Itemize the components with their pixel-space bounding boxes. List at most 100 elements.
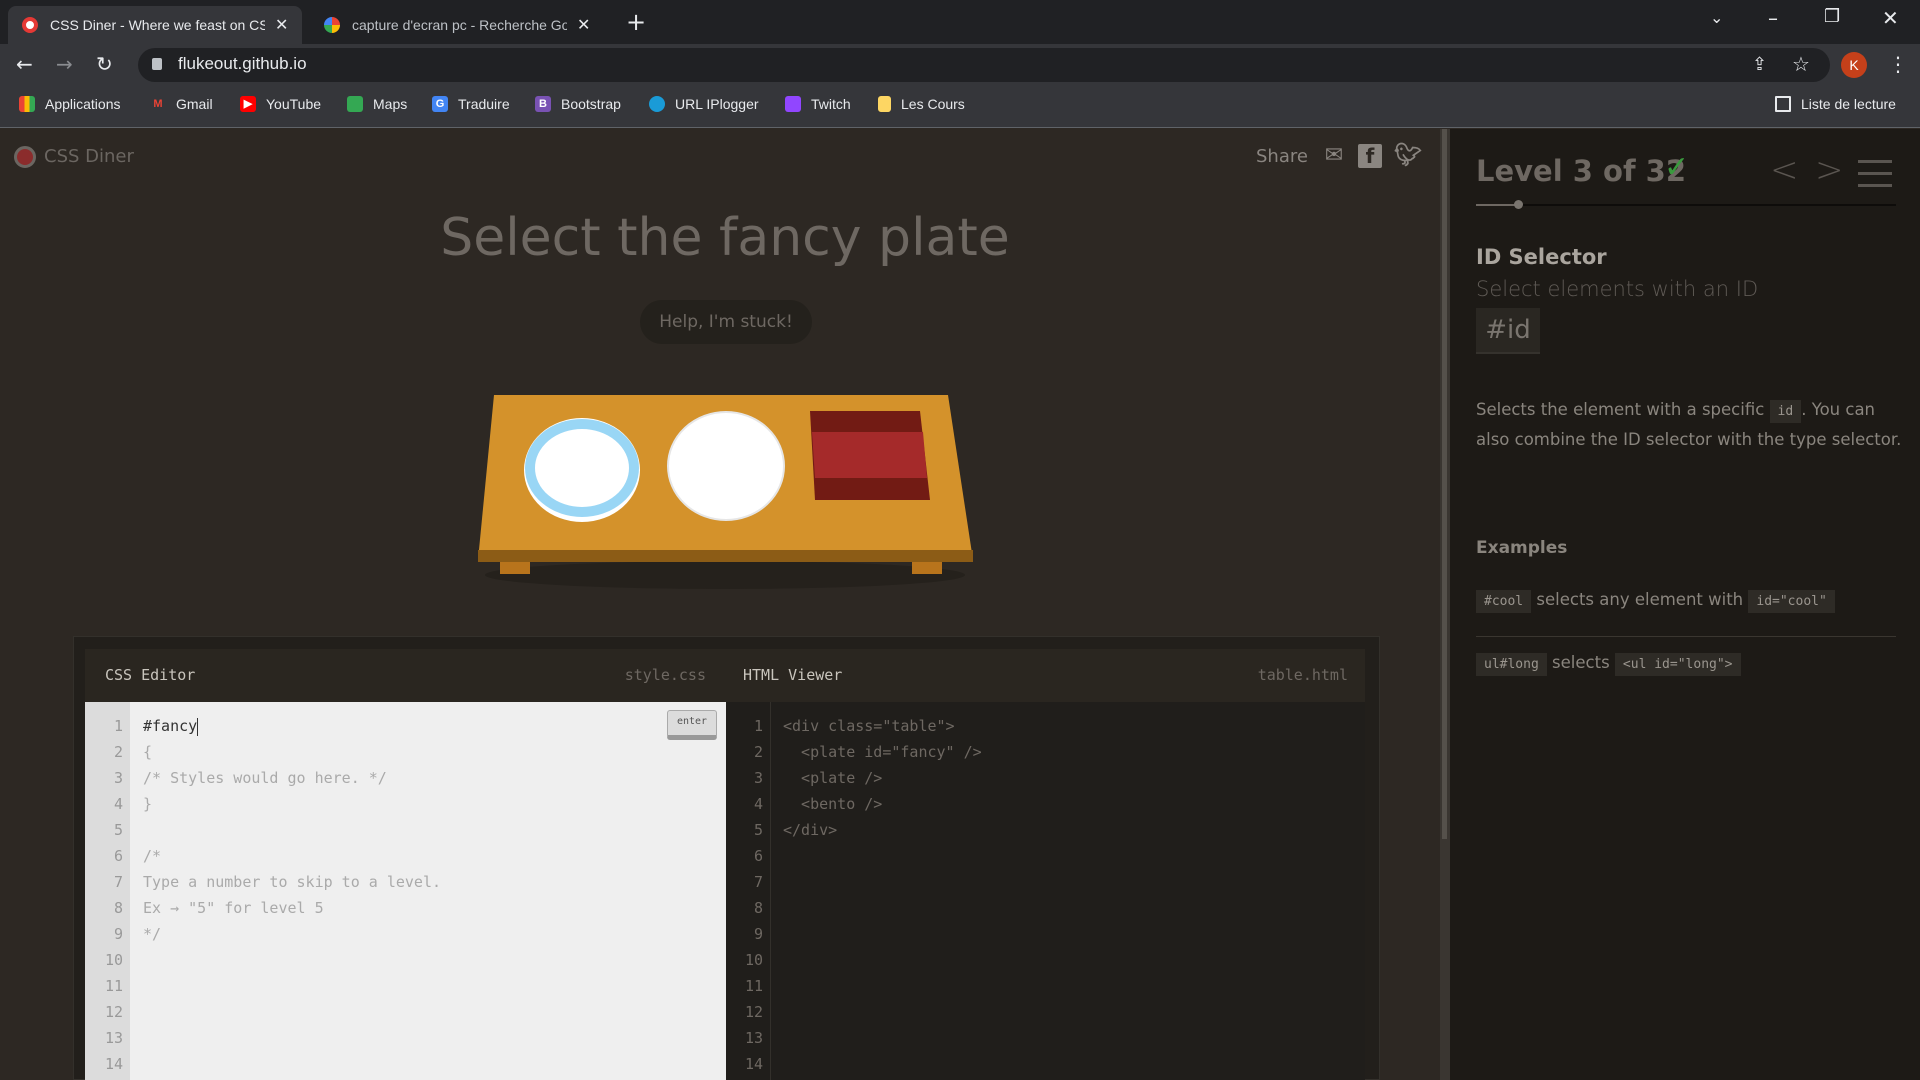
bookmark-star-icon[interactable]: ☆ (1792, 52, 1810, 76)
tab-search-chevron-icon[interactable]: ⌄ (1710, 8, 1723, 27)
line-number: 10 (104, 951, 123, 969)
css-placeholder-line: } (143, 795, 153, 813)
twitch-icon (785, 96, 801, 112)
html-markup-line[interactable]: <plate /> (783, 765, 882, 791)
line-number: 3 (753, 769, 763, 787)
css-editor-header: CSS Editor style.css (85, 649, 726, 702)
bookmark-label: Applications (45, 96, 121, 112)
close-tab-icon[interactable]: ✕ (577, 15, 590, 35)
minimize-icon[interactable]: – (1768, 6, 1778, 30)
forward-icon[interactable]: → (56, 52, 73, 76)
css-input[interactable]: #fancy (143, 713, 199, 739)
line-number: 7 (753, 873, 763, 891)
html-markup-line[interactable]: <bento /> (783, 791, 882, 817)
line-number: 3 (113, 769, 123, 787)
bookmark-gmail[interactable]: M Gmail (150, 96, 213, 112)
share-label: Share (1256, 146, 1308, 167)
share-page-icon[interactable]: ⇪ (1752, 54, 1767, 75)
bento-inner (812, 432, 927, 478)
bookmark-bootstrap[interactable]: B Bootstrap (535, 96, 621, 112)
scrollbar-thumb[interactable] (1442, 129, 1447, 839)
css-input-text[interactable]: #fancy (143, 717, 197, 735)
selector-syntax: #id (1476, 308, 1540, 354)
bookmark-label: Gmail (176, 96, 213, 112)
line-number: 14 (104, 1055, 123, 1073)
table-scene (478, 395, 973, 589)
bookmark-url-iplogger[interactable]: URL IPlogger (649, 96, 759, 112)
bootstrap-icon: B (535, 96, 551, 112)
example-item: ul#long selects <ul id="long"> (1476, 653, 1741, 676)
level-progress-bar (1476, 204, 1896, 206)
table-leg (912, 560, 942, 574)
plate[interactable] (667, 411, 785, 521)
level-progress-dot (1514, 200, 1523, 209)
line-number: 8 (113, 899, 123, 917)
restore-icon[interactable]: ❐ (1824, 6, 1840, 27)
line-number: 1 (113, 717, 123, 735)
bookmark-applications[interactable]: Applications (19, 96, 121, 112)
gmail-icon: M (153, 98, 163, 110)
html-markup-line[interactable]: </div> (783, 817, 837, 843)
html-markup-line[interactable]: <plate id="fancy" /> (783, 739, 982, 765)
reading-list[interactable]: Liste de lecture (1775, 96, 1896, 112)
menu-kebab-icon[interactable]: ⋮ (1888, 52, 1908, 76)
bookmark-folder-les-cours[interactable]: Les Cours (878, 96, 965, 112)
bookmark-label: Traduire (458, 96, 510, 112)
line-number: 14 (744, 1055, 763, 1073)
order-title: Select the fancy plate (440, 208, 1010, 268)
html-viewer-title: HTML Viewer (743, 666, 843, 684)
line-number: 1 (753, 717, 763, 735)
level-indicator[interactable]: Level 3 of 32 (1476, 154, 1686, 188)
bookmark-twitch[interactable]: Twitch (785, 96, 851, 112)
new-tab-icon[interactable]: + (626, 8, 646, 36)
line-number: 9 (113, 925, 123, 943)
facebook-icon[interactable]: f (1358, 144, 1382, 168)
line-number: 11 (744, 977, 763, 995)
logo-text[interactable]: CSS Diner (44, 146, 134, 167)
line-number: 5 (753, 821, 763, 839)
enter-button[interactable]: enter (667, 710, 717, 740)
tab-google-search[interactable]: capture d'ecran pc - Recherche Google ✕ (310, 6, 604, 44)
help-button[interactable]: Help, I'm stuck! (640, 300, 812, 344)
line-number: 4 (753, 795, 763, 813)
bookmark-traduire[interactable]: G Traduire (432, 96, 510, 112)
tab-css-diner[interactable]: CSS Diner - Where we feast on CSS ✕ (8, 6, 303, 44)
css-diner-favicon-icon (22, 17, 38, 33)
line-number: 5 (113, 821, 123, 839)
table-shadow (485, 561, 965, 589)
previous-level-icon[interactable]: < (1770, 150, 1799, 190)
close-window-icon[interactable]: ✕ (1882, 6, 1899, 30)
selector-name: ID Selector (1476, 245, 1607, 269)
youtube-icon: ▶ (240, 96, 256, 112)
iplogger-icon (649, 96, 665, 112)
lock-icon[interactable] (152, 58, 162, 70)
example-divider (1476, 636, 1896, 637)
example-code: <ul id="long"> (1614, 653, 1741, 676)
tab-title: CSS Diner - Where we feast on CSS (50, 17, 265, 33)
tab-title: capture d'ecran pc - Recherche Google (352, 17, 567, 33)
css-placeholder-line: Type a number to skip to a level. (143, 873, 442, 891)
line-number: 8 (753, 899, 763, 917)
table-edge (478, 550, 973, 562)
address-bar[interactable] (138, 48, 1830, 82)
page-scrollbar[interactable] (1440, 129, 1450, 1080)
example-text: selects (1552, 653, 1610, 672)
next-level-icon[interactable]: > (1815, 150, 1844, 190)
twitter-icon[interactable]: 🐦︎ (1394, 144, 1422, 168)
level-complete-check-icon: ✓ (1664, 150, 1690, 185)
reload-icon[interactable]: ↻ (96, 52, 113, 76)
selector-description: Selects the element with a specific id. … (1476, 396, 1906, 454)
bookmark-youtube[interactable]: ▶ YouTube (240, 96, 321, 112)
url-text[interactable]: flukeout.github.io (178, 54, 307, 74)
html-markup-line[interactable]: <div class="table"> (783, 713, 955, 739)
bookmark-label: Maps (373, 96, 408, 112)
bookmark-maps[interactable]: Maps (347, 96, 407, 112)
folder-icon (878, 96, 891, 112)
back-icon[interactable]: ← (16, 52, 33, 76)
profile-avatar[interactable]: K (1841, 52, 1867, 78)
example-text: selects any element with (1536, 590, 1744, 609)
css-diner-logo-icon (14, 146, 36, 168)
email-icon[interactable]: ✉ (1322, 144, 1346, 168)
level-menu-icon[interactable] (1858, 160, 1892, 196)
close-tab-icon[interactable]: ✕ (275, 15, 288, 35)
